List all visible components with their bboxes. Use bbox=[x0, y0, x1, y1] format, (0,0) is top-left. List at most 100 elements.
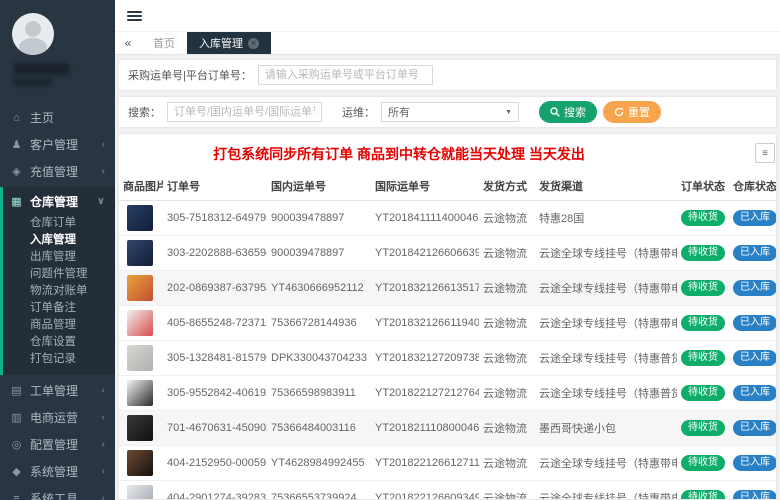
cell-image bbox=[119, 235, 163, 271]
sidebar-item-customers[interactable]: ♟ 客户管理 ‹ bbox=[0, 131, 115, 158]
tab-home[interactable]: 首页 bbox=[141, 32, 187, 54]
table-row[interactable]: 305-7518312-6497952900039478897YT2018411… bbox=[119, 200, 776, 236]
purchase-order-input[interactable] bbox=[257, 65, 433, 85]
product-thumbnail[interactable] bbox=[127, 450, 153, 476]
sidebar-subitem-outbound[interactable]: 出库管理 bbox=[3, 249, 115, 266]
order-status-badge: 待收货 bbox=[681, 280, 725, 296]
tabs-collapse-icon[interactable]: « bbox=[115, 32, 141, 54]
table-row[interactable]: 305-1328481-8157960DPK330043704233YT2018… bbox=[119, 340, 776, 376]
sidebar-item-config[interactable]: ◎ 配置管理 ‹ bbox=[0, 431, 115, 458]
workorder-icon: ▤ bbox=[11, 385, 22, 397]
product-thumbnail[interactable] bbox=[127, 310, 153, 336]
chevron-left-icon: ‹ bbox=[101, 139, 105, 150]
product-thumbnail[interactable] bbox=[127, 380, 153, 406]
table-row[interactable]: 305-9552842-406192975366598983911YT20182… bbox=[119, 375, 776, 411]
sidebar-item-ecommerce[interactable]: ▥ 电商运营 ‹ bbox=[0, 404, 115, 431]
cell-order: 404-2152950-0005918 bbox=[163, 445, 267, 481]
refresh-icon bbox=[614, 107, 624, 117]
cell-domestic: YT4628984992455 bbox=[267, 445, 371, 481]
table-row[interactable]: 405-8655248-723712475366728144936YT20183… bbox=[119, 305, 776, 341]
sidebar: ⌂ 主页 ♟ 客户管理 ‹ ◈ 充值管理 ‹ ▦ 仓库管理 ∨ 仓库订单 入库管理 出库管理 问题件管理 物流… bbox=[0, 0, 115, 500]
cell-order: 701-4670631-4509033 bbox=[163, 410, 267, 446]
purchase-filter-label: 采购运单号|平台订单号： bbox=[128, 70, 252, 82]
avatar[interactable] bbox=[12, 13, 54, 55]
column-header-intl: 国际运单号 bbox=[371, 171, 479, 201]
sidebar-item-label: 配置管理 bbox=[30, 438, 79, 452]
sidebar-subitem-packing-records[interactable]: 打包记录 bbox=[3, 351, 115, 368]
cell-image bbox=[119, 375, 163, 411]
main-area: « 首页 入库管理 × 采购运单号|平台订单号： 搜索： 运维： 所有 ▼ bbox=[115, 0, 780, 500]
table-row[interactable]: 202-0869387-6379533YT4630666952112YT2018… bbox=[119, 270, 776, 306]
product-thumbnail[interactable] bbox=[127, 415, 153, 441]
product-thumbnail[interactable] bbox=[127, 240, 153, 266]
tools-icon: ≡ bbox=[13, 492, 20, 500]
cell-order-status: 待收货 bbox=[677, 270, 729, 306]
cell-domestic: 900039478897 bbox=[267, 235, 371, 271]
cell-image bbox=[119, 340, 163, 376]
cell-order-status: 待收货 bbox=[677, 235, 729, 271]
cell-method: 云途物流 bbox=[479, 480, 535, 499]
order-status-badge: 待收货 bbox=[681, 245, 725, 261]
table-header-row: 商品图片订单号国内运单号国际运单号发货方式发货渠道订单状态仓库状态运维 bbox=[119, 171, 776, 201]
reset-button-label: 重置 bbox=[628, 107, 650, 119]
cell-order-status: 待收货 bbox=[677, 200, 729, 236]
table-body: 305-7518312-6497952900039478897YT2018411… bbox=[119, 200, 776, 499]
cell-domestic: 75366598983911 bbox=[267, 375, 371, 411]
search-input[interactable] bbox=[167, 102, 322, 122]
sidebar-item-warehouse[interactable]: ▦ 仓库管理 ∨ bbox=[3, 188, 115, 215]
ecommerce-icon: ▥ bbox=[11, 412, 22, 424]
chevron-down-icon: ▼ bbox=[505, 108, 512, 116]
warehouse-status-badge: 已入库 bbox=[733, 350, 776, 366]
sidebar-subitem-logistics-statement[interactable]: 物流对账单 bbox=[3, 283, 115, 300]
cell-channel: 特惠28国 bbox=[535, 200, 677, 236]
reset-button[interactable]: 重置 bbox=[603, 101, 661, 123]
table-row[interactable]: 404-2152950-0005918YT4628984992455YT2018… bbox=[119, 445, 776, 481]
table-row[interactable]: 404-2901274-392832775366553739924YT20182… bbox=[119, 480, 776, 499]
sidebar-item-tools[interactable]: ≡ 系统工具 ‹ bbox=[0, 485, 115, 500]
sidebar-item-work-orders[interactable]: ▤ 工单管理 ‹ bbox=[0, 377, 115, 404]
product-thumbnail[interactable] bbox=[127, 485, 153, 499]
table-row[interactable]: 701-4670631-450903375366484003116YT20182… bbox=[119, 410, 776, 446]
sidebar-subitem-warehouse-orders[interactable]: 仓库订单 bbox=[3, 215, 115, 232]
cell-image bbox=[119, 480, 163, 499]
sidebar-item-system[interactable]: ◆ 系统管理 ‹ bbox=[0, 458, 115, 485]
chevron-left-icon: ‹ bbox=[101, 385, 105, 396]
product-thumbnail[interactable] bbox=[127, 205, 153, 231]
column-header-image: 商品图片 bbox=[119, 171, 163, 201]
search-icon bbox=[550, 107, 560, 117]
cell-method: 云途物流 bbox=[479, 445, 535, 481]
product-thumbnail[interactable] bbox=[127, 275, 153, 301]
cell-domestic: 75366728144936 bbox=[267, 305, 371, 341]
search-button[interactable]: 搜索 bbox=[539, 101, 597, 123]
ops-select-value: 所有 bbox=[388, 107, 410, 119]
sidebar-subitem-inbound[interactable]: 入库管理 bbox=[3, 232, 115, 249]
tab-inbound[interactable]: 入库管理 × bbox=[187, 32, 271, 54]
cell-image bbox=[119, 305, 163, 341]
cell-channel: 云途全球专线挂号（特惠带电） bbox=[535, 445, 677, 481]
cell-image bbox=[119, 200, 163, 236]
tab-close-icon[interactable]: × bbox=[248, 37, 259, 49]
cell-intl: YT2018321266135177 bbox=[371, 270, 479, 306]
cell-image bbox=[119, 445, 163, 481]
purchase-filter-panel: 采购运单号|平台订单号： bbox=[118, 59, 777, 91]
config-icon: ◎ bbox=[11, 439, 22, 451]
product-thumbnail[interactable] bbox=[127, 345, 153, 371]
sidebar-subitem-order-remarks[interactable]: 订单备注 bbox=[3, 300, 115, 317]
cell-channel: 云途全球专线挂号（特惠普货） bbox=[535, 340, 677, 376]
sidebar-subitem-problem-items[interactable]: 问题件管理 bbox=[3, 266, 115, 283]
warehouse-status-badge: 已入库 bbox=[733, 245, 776, 261]
ops-select[interactable]: 所有 ▼ bbox=[381, 102, 519, 122]
cell-method: 云途物流 bbox=[479, 340, 535, 376]
chevron-down-icon: ∨ bbox=[96, 196, 105, 207]
sidebar-subitem-warehouse-settings[interactable]: 仓库设置 bbox=[3, 334, 115, 351]
table-row[interactable]: 303-2202888-6365943900039478897YT2018421… bbox=[119, 235, 776, 271]
sidebar-item-home[interactable]: ⌂ 主页 bbox=[0, 104, 115, 131]
sidebar-item-recharge[interactable]: ◈ 充值管理 ‹ bbox=[0, 158, 115, 185]
column-header-channel: 发货渠道 bbox=[535, 171, 677, 201]
sidebar-subitem-goods[interactable]: 商品管理 bbox=[3, 317, 115, 334]
table-settings-button[interactable]: ≡ bbox=[755, 143, 775, 163]
sidebar-item-label: 系统工具 bbox=[30, 492, 79, 500]
menu-toggle-icon[interactable] bbox=[127, 9, 142, 23]
order-status-badge: 待收货 bbox=[681, 350, 725, 366]
cell-channel: 云途全球专线挂号（特惠带电） bbox=[535, 235, 677, 271]
